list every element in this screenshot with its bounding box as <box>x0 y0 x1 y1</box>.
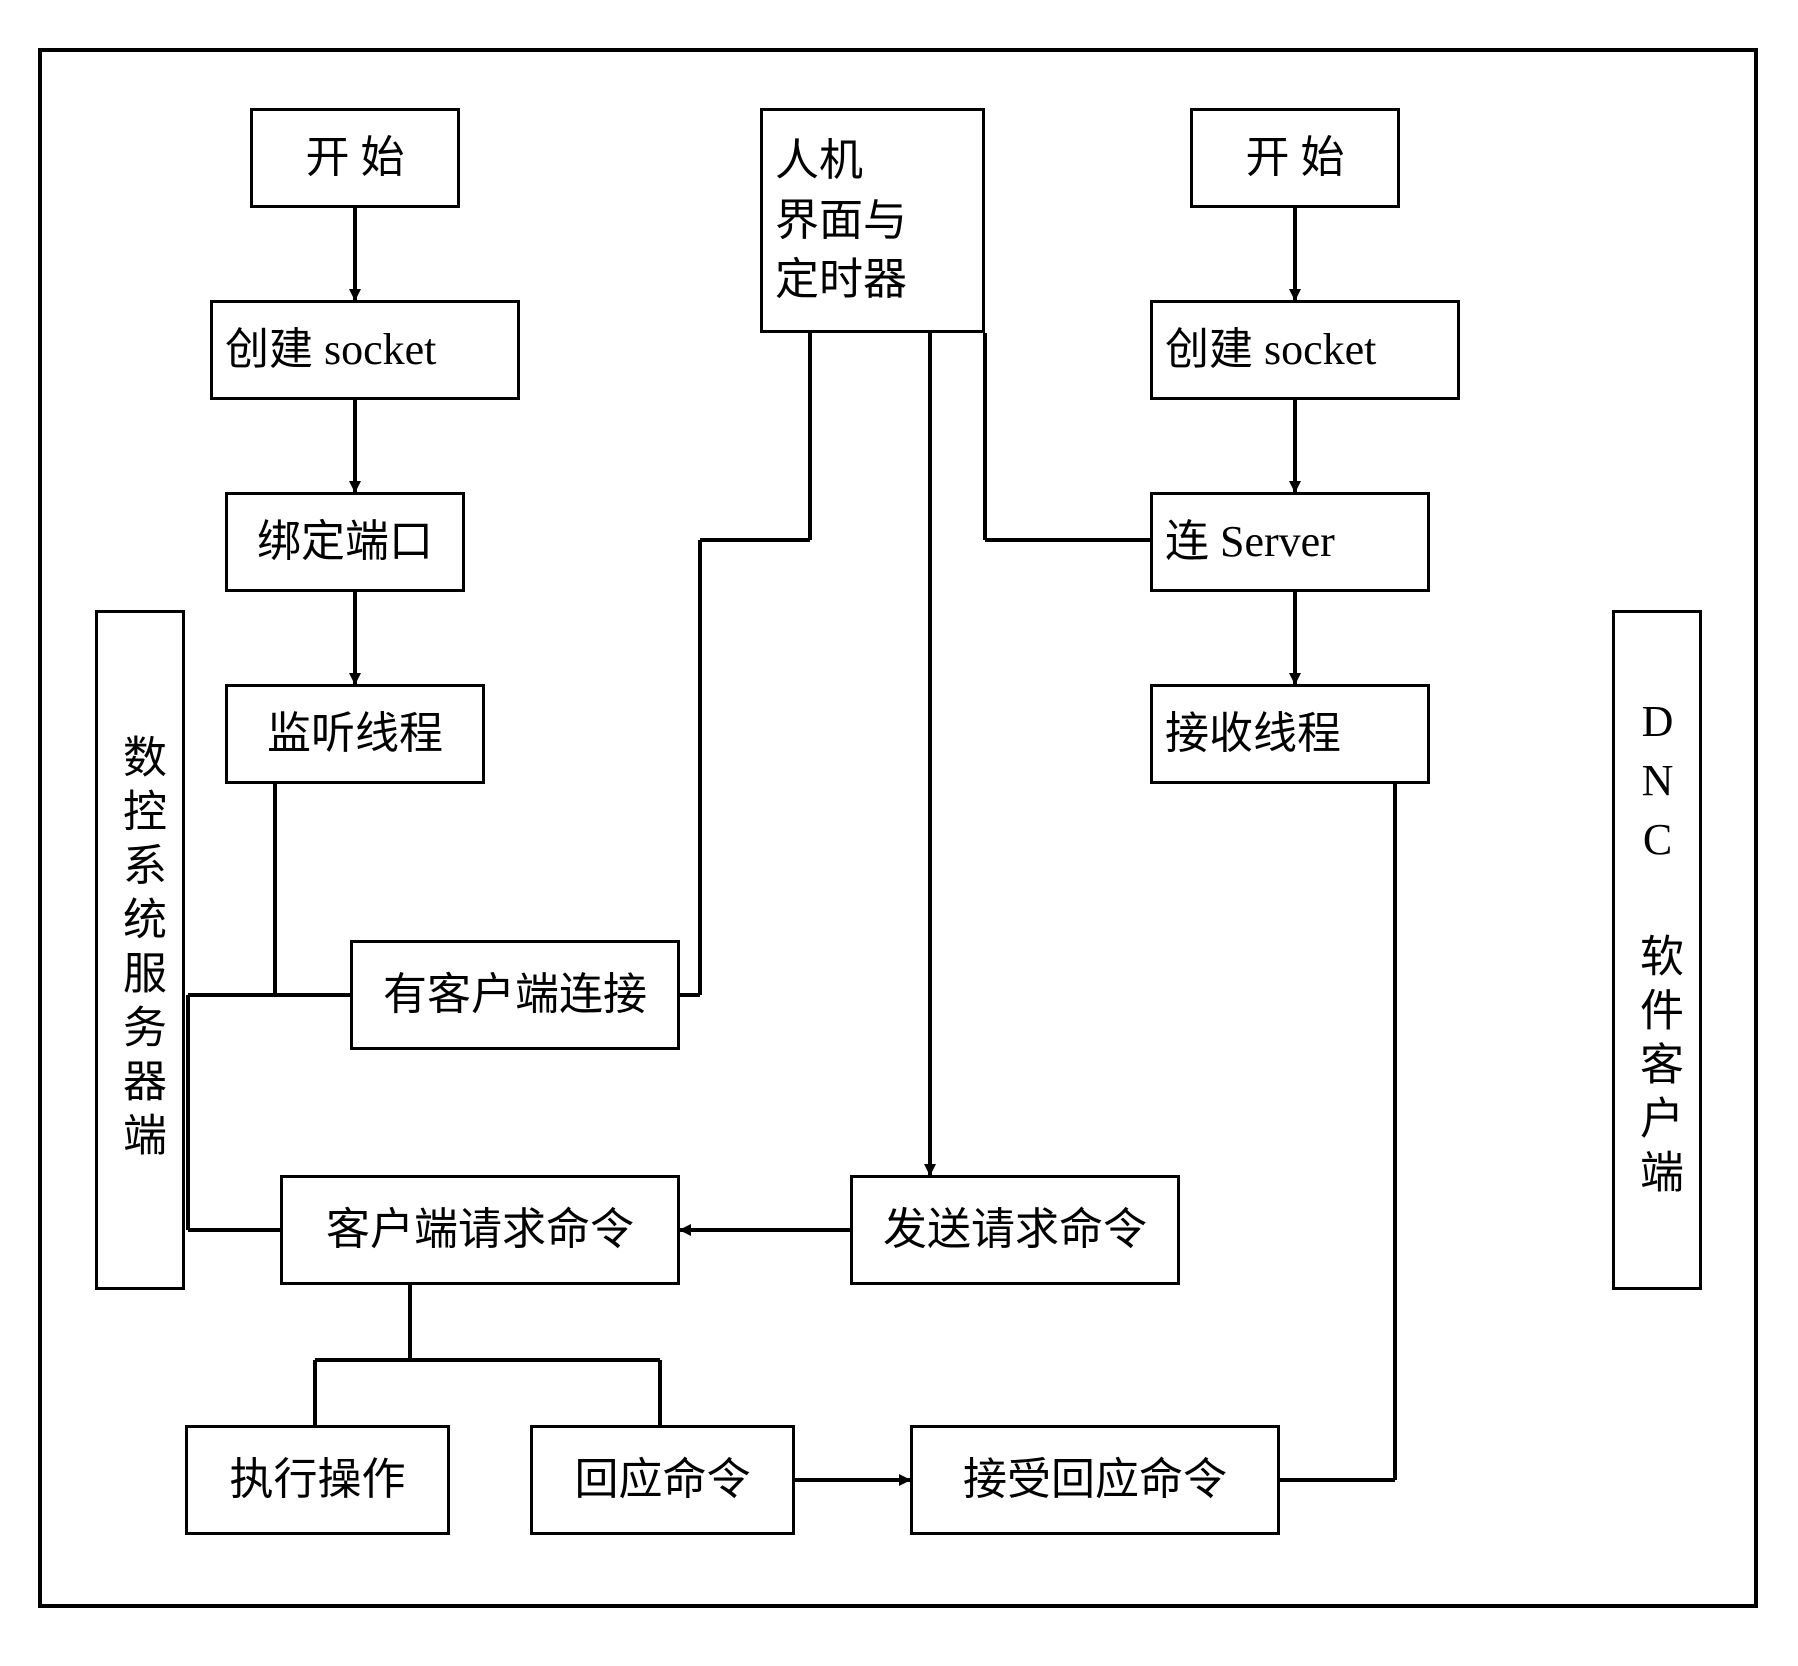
diagram-canvas: 数控系统服务器端 DNC 软件客户端 人机 界面与 定时器 开 始 创建 soc… <box>0 0 1798 1666</box>
left-start: 开 始 <box>250 108 460 208</box>
client-connected: 有客户端连接 <box>350 940 680 1050</box>
left-listen-thread: 监听线程 <box>225 684 485 784</box>
client-side-label: DNC 软件客户端 <box>1612 610 1702 1290</box>
right-create-socket: 创建 socket <box>1150 300 1460 400</box>
left-bind-port: 绑定端口 <box>225 492 465 592</box>
connect-server: 连 Server <box>1150 492 1430 592</box>
client-request: 客户端请求命令 <box>280 1175 680 1285</box>
hmi-timer-box: 人机 界面与 定时器 <box>760 108 985 333</box>
server-side-label: 数控系统服务器端 <box>95 610 185 1290</box>
exec-op: 执行操作 <box>185 1425 450 1535</box>
send-request: 发送请求命令 <box>850 1175 1180 1285</box>
recv-thread: 接收线程 <box>1150 684 1430 784</box>
reply-cmd: 回应命令 <box>530 1425 795 1535</box>
recv-reply: 接受回应命令 <box>910 1425 1280 1535</box>
left-create-socket: 创建 socket <box>210 300 520 400</box>
right-start: 开 始 <box>1190 108 1400 208</box>
